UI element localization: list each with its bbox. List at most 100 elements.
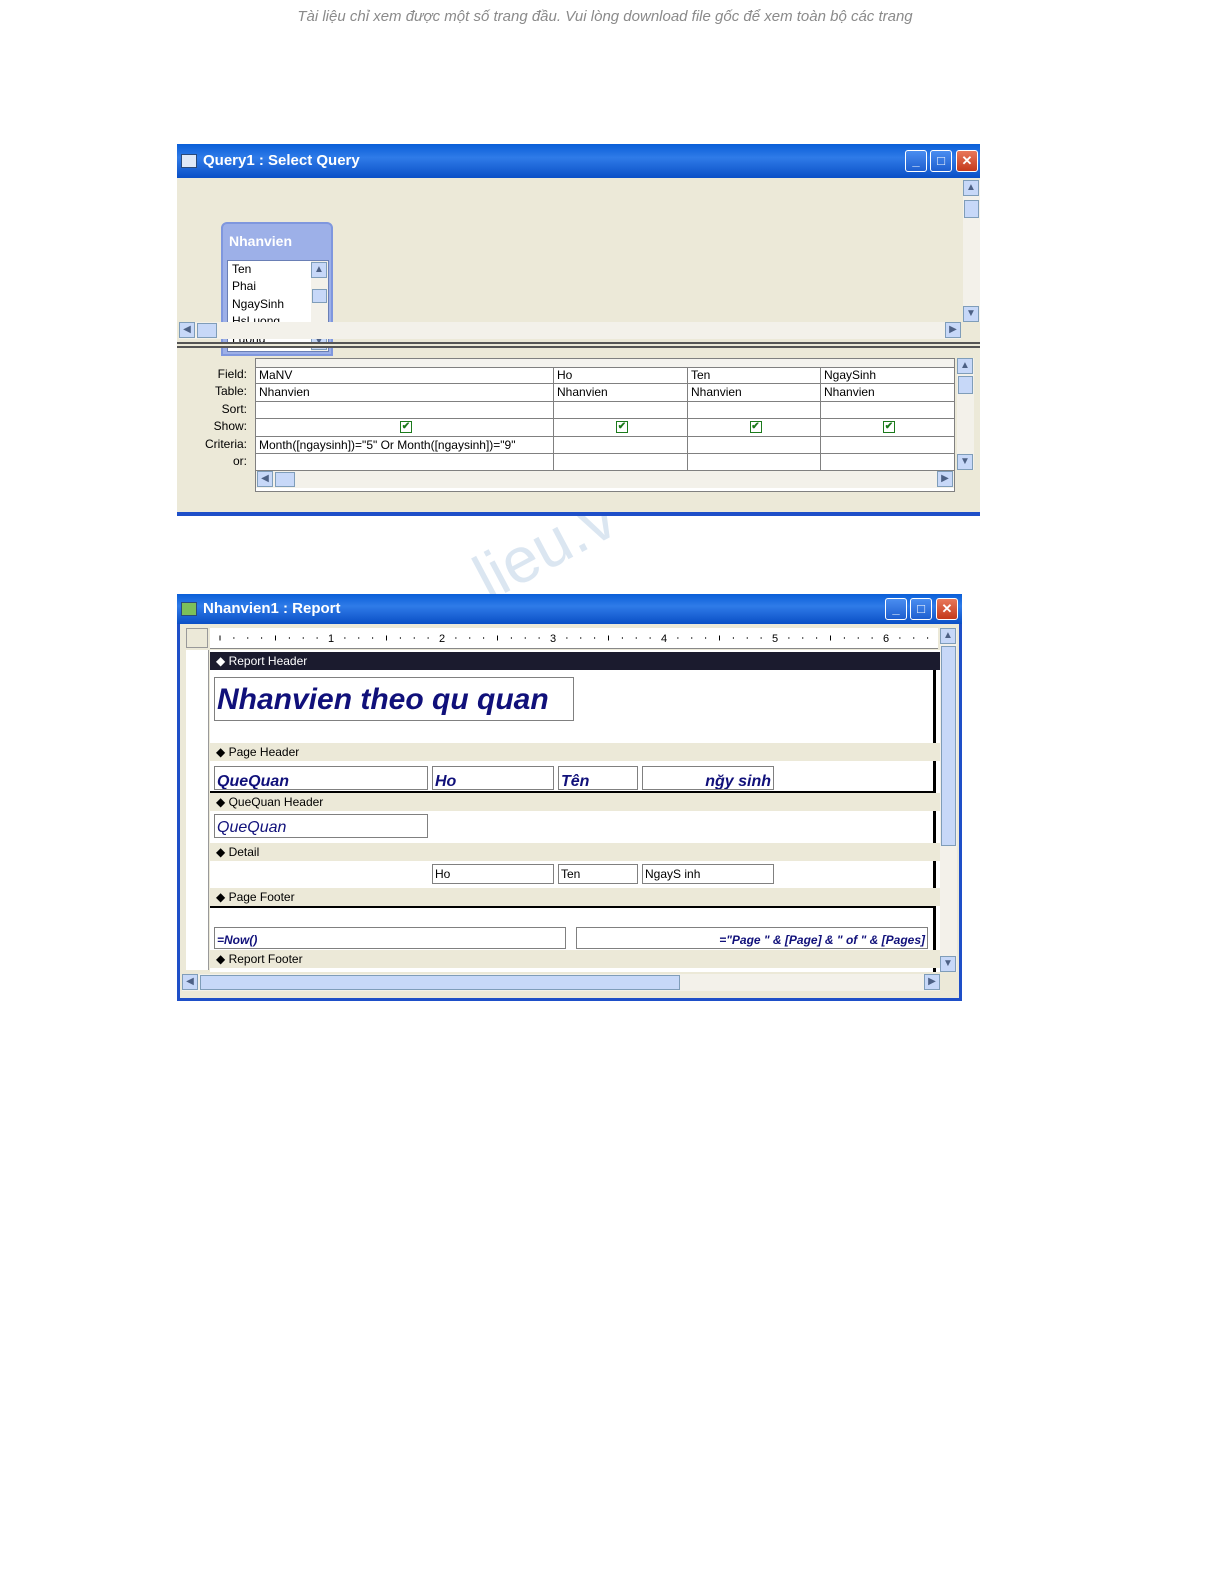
detail-field-ngaysinh[interactable]: NgayS inh [642, 864, 774, 884]
header-label-ho[interactable]: Ho [432, 766, 554, 790]
ruler-number: 1 [328, 633, 334, 645]
row-label-field: Field: [217, 367, 247, 381]
scroll-up-icon[interactable]: ▲ [963, 180, 979, 196]
grid-cell-show[interactable]: ✔ [821, 419, 955, 437]
scroll-thumb[interactable] [964, 200, 979, 218]
ruler-number: 5 [772, 633, 778, 645]
grid-cell-field[interactable]: NgaySinh [821, 367, 955, 385]
scroll-down-icon[interactable]: ▼ [957, 454, 973, 470]
grid-cell-sort[interactable] [554, 401, 688, 420]
section-label: Report Header [228, 654, 308, 668]
maximize-button[interactable]: □ [930, 150, 952, 172]
close-button[interactable]: ✕ [956, 150, 978, 172]
section-quequan-header[interactable]: ◆ QueQuan Header [210, 793, 940, 811]
page-edge [933, 670, 936, 972]
ruler-number: 2 [439, 633, 445, 645]
maximize-button[interactable]: □ [910, 598, 932, 620]
show-checkbox[interactable]: ✔ [616, 421, 628, 434]
section-page-footer[interactable]: ◆ Page Footer [210, 888, 940, 906]
grid-cell-field[interactable]: Ho [554, 367, 688, 385]
show-checkbox[interactable]: ✔ [400, 421, 412, 434]
scroll-right-icon[interactable]: ▶ [945, 322, 961, 338]
table-pane-hscroll[interactable]: ◀ ▶ [179, 322, 961, 339]
query-titlebar[interactable]: Query1 : Select Query _ □ ✕ [177, 144, 980, 178]
header-label-quequan[interactable]: QueQuan [214, 766, 428, 790]
header-label-ten[interactable]: Tên [558, 766, 638, 790]
pane-splitter[interactable] [177, 342, 980, 348]
report-design-surface: ◆ Report Header Nhanvien theo qu quan ◆ … [210, 650, 940, 972]
grid-cell-sort[interactable] [688, 401, 821, 420]
grid-hscroll[interactable]: ◀ ▶ [256, 471, 954, 488]
grid-cell-show[interactable]: ✔ [256, 419, 554, 437]
grid-cell-criteria[interactable] [688, 436, 821, 454]
query-window-icon [181, 154, 197, 168]
query-title: Query1 : Select Query [203, 152, 360, 169]
grid-cell-criteria[interactable] [821, 436, 955, 454]
scroll-left-icon[interactable]: ◀ [257, 471, 273, 487]
minimize-button[interactable]: _ [885, 598, 907, 620]
section-detail[interactable]: ◆ Detail [210, 843, 940, 861]
row-label-table: Table: [214, 384, 247, 399]
grid-cell-show[interactable]: ✔ [554, 419, 688, 437]
scroll-right-icon[interactable]: ▶ [924, 974, 940, 990]
grid-cell-criteria[interactable]: Month([ngaysinh])="5" Or Month([ngaysinh… [256, 436, 554, 454]
report-vscroll[interactable]: ▲ ▼ [940, 628, 957, 972]
horizontal-ruler: 1 2 3 4 5 6 [210, 628, 938, 649]
grid-cell-show[interactable]: ✔ [688, 419, 821, 437]
ruler-number: 4 [661, 633, 667, 645]
scroll-thumb[interactable] [197, 323, 217, 338]
scroll-down-icon[interactable]: ▼ [963, 306, 979, 322]
scroll-up-icon[interactable]: ▲ [940, 628, 956, 644]
grid-cell-table[interactable]: Nhanvien [688, 384, 821, 402]
ruler-number: 3 [550, 633, 556, 645]
grid-cell-table[interactable]: Nhanvien [554, 384, 688, 402]
grid-cell-sort[interactable] [821, 401, 955, 420]
report-title-label[interactable]: Nhanvien theo qu quan [214, 677, 574, 721]
detail-field-ho[interactable]: Ho [432, 864, 554, 884]
scroll-left-icon[interactable]: ◀ [179, 322, 195, 338]
query-design-grid: MaNV Nhanvien ✔ Month([ngaysinh])="5" Or… [255, 358, 955, 492]
scroll-thumb[interactable] [312, 289, 327, 303]
grid-cell-criteria[interactable] [554, 436, 688, 454]
report-titlebar[interactable]: Nhanvien1 : Report _ □ ✕ [177, 594, 962, 624]
grid-cell-or[interactable] [554, 454, 688, 472]
grid-cell-or[interactable] [688, 454, 821, 472]
grid-cell-field[interactable]: Ten [688, 367, 821, 385]
grid-cell-table[interactable]: Nhanvien [256, 384, 554, 402]
show-checkbox[interactable]: ✔ [749, 421, 762, 434]
scroll-thumb[interactable] [958, 376, 973, 394]
group-field-quequan[interactable]: QueQuan [214, 814, 428, 838]
report-hscroll[interactable]: ◀ ▶ [182, 974, 940, 991]
scroll-up-icon[interactable]: ▲ [311, 262, 327, 278]
section-page-header[interactable]: ◆ Page Header [210, 743, 940, 761]
scroll-up-icon[interactable]: ▲ [957, 358, 973, 374]
report-window: Nhanvien1 : Report _ □ ✕ 1 2 3 4 5 6 ◆ Report… [177, 594, 962, 1001]
scroll-thumb[interactable] [275, 472, 295, 487]
show-checkbox[interactable]: ✔ [883, 421, 895, 434]
grid-cell-table[interactable]: Nhanvien [821, 384, 955, 402]
grid-cell-or[interactable] [256, 454, 554, 472]
report-selector-corner[interactable] [186, 628, 208, 648]
scroll-thumb[interactable] [200, 975, 680, 990]
minimize-button[interactable]: _ [905, 150, 927, 172]
grid-vscroll[interactable]: ▲ ▼ [957, 358, 974, 470]
section-label: Report Footer [228, 952, 303, 966]
section-report-footer[interactable]: ◆ Report Footer [210, 950, 940, 968]
footer-now-field[interactable]: =Now() [214, 927, 566, 949]
grid-cell-or[interactable] [821, 454, 955, 472]
scroll-right-icon[interactable]: ▶ [937, 471, 953, 487]
report-window-icon [181, 602, 197, 616]
table-pane-vscroll[interactable]: ▲ ▼ [963, 180, 980, 322]
grid-cell-field[interactable]: MaNV [256, 367, 554, 385]
report-title: Nhanvien1 : Report [203, 600, 341, 617]
scroll-down-icon[interactable]: ▼ [940, 956, 956, 972]
section-report-header[interactable]: ◆ Report Header [210, 652, 940, 670]
footer-pages-field[interactable]: ="Page " & [Page] & " of " & [Pages] [576, 927, 928, 949]
ruler-number: 6 [883, 633, 889, 645]
scroll-left-icon[interactable]: ◀ [182, 974, 198, 990]
close-button[interactable]: ✕ [936, 598, 958, 620]
header-label-ngaysinh[interactable]: nğy sinh [642, 766, 774, 790]
grid-cell-sort[interactable] [256, 401, 554, 420]
scroll-thumb[interactable] [941, 646, 956, 846]
detail-field-ten[interactable]: Ten [558, 864, 638, 884]
